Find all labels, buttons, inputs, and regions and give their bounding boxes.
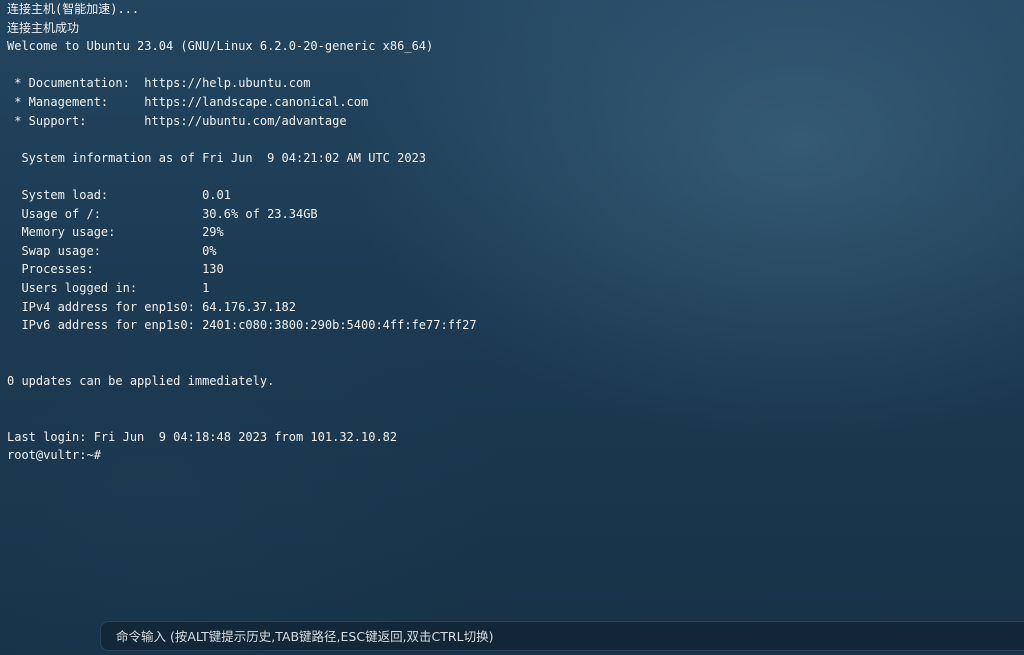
terminal-line: 0 updates can be applied immediately. — [7, 373, 275, 388]
terminal-line: * Management: https://landscape.canonica… — [7, 94, 369, 109]
terminal-line: * Support: https://ubuntu.com/advantage — [7, 113, 347, 128]
terminal-line: IPv6 address for enp1s0: 2401:c080:3800:… — [7, 318, 477, 333]
terminal-line: * Documentation: https://help.ubuntu.com — [7, 76, 311, 91]
terminal-line: Memory usage: 29% — [7, 225, 224, 240]
terminal-line: Processes: 130 — [7, 262, 224, 277]
terminal-line: System information as of Fri Jun 9 04:21… — [7, 150, 427, 165]
terminal-line: 连接主机成功 — [7, 20, 80, 35]
terminal-line: 连接主机(智能加速)... — [7, 2, 140, 16]
command-bar — [100, 621, 1024, 651]
terminal-line: System load: 0.01 — [7, 187, 231, 202]
terminal-line: Usage of /: 30.6% of 23.34GB — [7, 206, 318, 221]
command-input[interactable] — [101, 622, 1024, 650]
terminal-prompt: root@vultr:~# — [7, 448, 101, 463]
terminal-output[interactable]: 连接主机(智能加速)... 连接主机成功 Welcome to Ubuntu 2… — [7, 0, 1017, 610]
terminal-line: Swap usage: 0% — [7, 243, 217, 258]
terminal-line: Users logged in: 1 — [7, 280, 210, 295]
terminal-line: IPv4 address for enp1s0: 64.176.37.182 — [7, 299, 296, 314]
terminal-line: Last login: Fri Jun 9 04:18:48 2023 from… — [7, 429, 398, 444]
terminal-line: Welcome to Ubuntu 23.04 (GNU/Linux 6.2.0… — [7, 39, 434, 54]
